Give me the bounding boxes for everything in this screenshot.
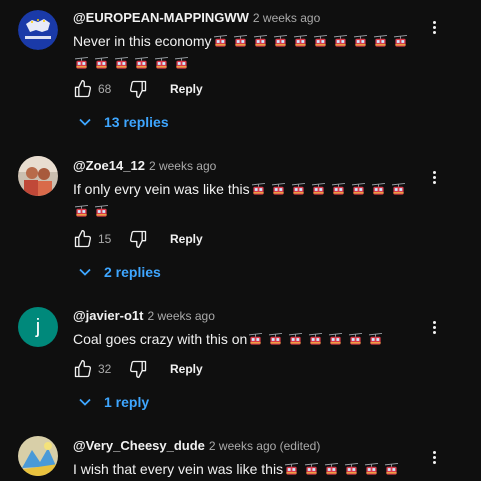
chevron-down-icon — [78, 395, 92, 409]
like-button[interactable] — [71, 227, 95, 251]
avatar[interactable] — [18, 156, 58, 196]
aerial-tramway-icon — [253, 33, 267, 53]
like-count: 15 — [98, 232, 112, 246]
aerial-tramway-icon — [293, 33, 307, 53]
aerial-tramway-icon — [74, 55, 89, 75]
comment-author[interactable]: @Zoe14_12 — [73, 157, 145, 175]
thumbs-up-icon — [74, 360, 92, 378]
comment-text: I wish that every vein was like this — [73, 459, 419, 481]
aerial-tramway-icon — [233, 33, 247, 53]
aerial-tramway-icon — [271, 181, 285, 201]
profile-photo — [18, 156, 58, 196]
aerial-tramway-icon — [385, 461, 399, 481]
europe-mapping-logo — [18, 10, 58, 50]
more-actions-icon[interactable] — [426, 447, 442, 467]
like-count: 68 — [98, 82, 112, 96]
avatar[interactable] — [18, 436, 58, 476]
replies-count-label: 1 reply — [104, 394, 150, 410]
like-button[interactable] — [71, 77, 95, 101]
comment-timestamp[interactable]: 2 weeks ago — [253, 9, 320, 27]
comment-actions: 32 Reply — [71, 357, 203, 381]
thumbs-down-icon — [129, 360, 147, 378]
aerial-tramway-icon — [285, 461, 299, 481]
aerial-tramway-icon — [291, 181, 305, 201]
aerial-tramway-icon — [213, 33, 227, 53]
thumbs-up-icon — [74, 230, 92, 248]
aerial-tramway-icon — [74, 203, 89, 223]
aerial-tramway-icon — [251, 181, 265, 201]
avatar-letter: j — [35, 315, 41, 338]
profile-drawing — [18, 436, 58, 476]
more-actions-icon[interactable] — [426, 17, 442, 37]
thumbs-down-icon — [129, 80, 147, 99]
chevron-down-icon — [78, 115, 92, 129]
thumbs-down-icon — [129, 230, 147, 248]
aerial-tramway-icon — [353, 33, 367, 53]
aerial-tramway-icon — [331, 181, 345, 201]
comment-text: If only evry vein was like this — [73, 179, 419, 223]
avatar[interactable]: j — [18, 307, 58, 347]
reply-button[interactable]: Reply — [170, 362, 203, 376]
aerial-tramway-icon — [349, 331, 363, 351]
aerial-tramway-icon — [351, 181, 365, 201]
dislike-button[interactable] — [126, 77, 150, 101]
replies-count-label: 13 replies — [104, 114, 169, 130]
reply-button[interactable]: Reply — [170, 232, 203, 246]
aerial-tramway-icon — [391, 181, 405, 201]
comment-timestamp[interactable]: 2 weeks ago — [147, 307, 214, 325]
aerial-tramway-icon — [313, 33, 327, 53]
comment-text-content: Coal goes crazy with this on — [73, 331, 248, 347]
view-replies-button[interactable]: 1 reply — [78, 392, 149, 412]
reply-button[interactable]: Reply — [170, 82, 203, 96]
aerial-tramway-icon — [345, 461, 359, 481]
comment-text: Never in this economy — [73, 31, 419, 75]
aerial-tramway-icon — [373, 33, 387, 53]
view-replies-button[interactable]: 2 replies — [78, 262, 161, 282]
aerial-tramway-icon — [305, 461, 319, 481]
aerial-tramway-icon — [393, 33, 407, 53]
view-replies-button[interactable]: 13 replies — [78, 112, 169, 132]
comment-timestamp[interactable]: 2 weeks ago — [149, 157, 216, 175]
aerial-tramway-icon — [94, 55, 109, 75]
aerial-tramway-icon — [154, 55, 169, 75]
dislike-button[interactable] — [126, 357, 150, 381]
aerial-tramway-icon — [371, 181, 385, 201]
like-button[interactable] — [71, 357, 95, 381]
more-actions-icon[interactable] — [426, 167, 442, 187]
comment-author[interactable]: @javier-o1t — [73, 307, 143, 325]
like-count: 32 — [98, 362, 112, 376]
aerial-tramway-icon — [134, 55, 149, 75]
aerial-tramway-icon — [94, 203, 109, 223]
aerial-tramway-icon — [333, 33, 347, 53]
aerial-tramway-icon — [273, 33, 287, 53]
chevron-down-icon — [78, 265, 92, 279]
thumbs-up-icon — [74, 80, 92, 98]
aerial-tramway-icon — [289, 331, 303, 351]
aerial-tramway-icon — [269, 331, 283, 351]
comment-actions: 15 Reply — [71, 227, 203, 251]
comment-timestamp[interactable]: 2 weeks ago (edited) — [209, 437, 320, 455]
avatar[interactable] — [18, 10, 58, 50]
aerial-tramway-icon — [309, 331, 323, 351]
replies-count-label: 2 replies — [104, 264, 161, 280]
comment-author[interactable]: @EUROPEAN-MAPPINGWW — [73, 9, 249, 27]
more-actions-icon[interactable] — [426, 317, 442, 337]
dislike-button[interactable] — [126, 227, 150, 251]
aerial-tramway-icon — [325, 461, 339, 481]
aerial-tramway-icon — [174, 55, 189, 75]
aerial-tramway-icon — [114, 55, 129, 75]
comment-text-content: Never in this economy — [73, 33, 212, 49]
aerial-tramway-icon — [365, 461, 379, 481]
aerial-tramway-icon — [249, 331, 263, 351]
comment-author[interactable]: @Very_Cheesy_dude — [73, 437, 205, 455]
aerial-tramway-icon — [329, 331, 343, 351]
aerial-tramway-icon — [369, 331, 383, 351]
comment-text-content: If only evry vein was like this — [73, 181, 250, 197]
comment-actions: 68 Reply — [71, 77, 203, 101]
comment-text-content: I wish that every vein was like this — [73, 461, 284, 477]
aerial-tramway-icon — [311, 181, 325, 201]
comment-text: Coal goes crazy with this on — [73, 329, 419, 351]
